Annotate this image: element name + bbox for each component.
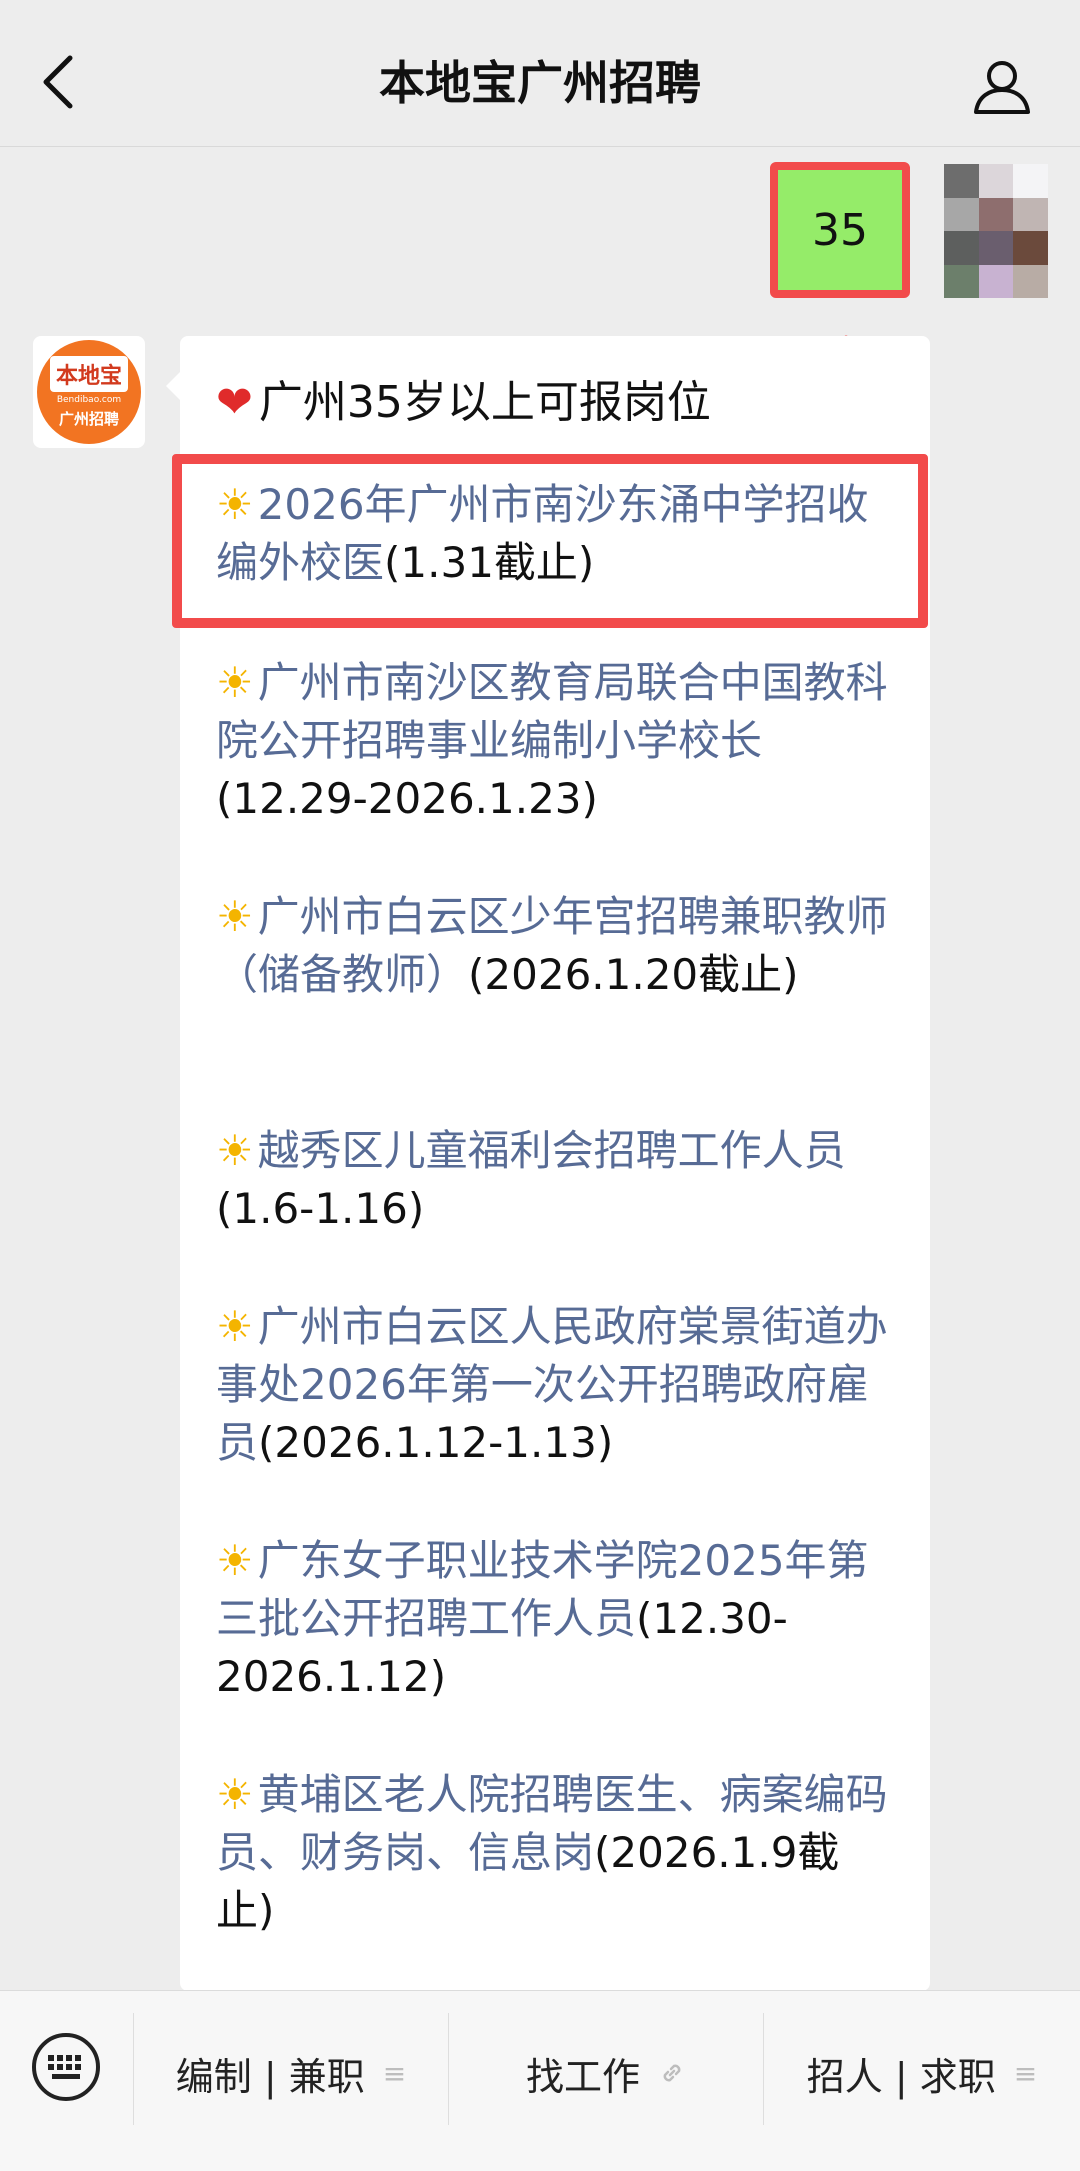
menu-item-bianzhi[interactable]: 编制 | 兼职 ≡ xyxy=(134,2013,448,2133)
heading-text: 广州35岁以上可报岗位 xyxy=(258,377,711,428)
keyboard-icon[interactable] xyxy=(30,2031,102,2103)
menu-item-label: 编制 | 兼职 xyxy=(175,2054,365,2099)
message-heading: ❤ 广州35岁以上可报岗位 xyxy=(216,366,711,430)
menu-item-label: 招人 | 求职 xyxy=(806,2054,996,2099)
job-note: (1.6-1.16) xyxy=(216,1184,425,1233)
job-link-7[interactable]: ☀黄埔区老人院招聘医生、病案编码员、财务岗、信息岗(2026.1.9截止) xyxy=(216,1766,896,1940)
nav-header: 本地宝广州招聘 xyxy=(0,0,1080,147)
bottom-menu-bar: 编制 | 兼职 ≡ 找工作 招人 | 求职 ≡ xyxy=(0,1990,1080,2171)
menu-item-find-job[interactable]: 找工作 xyxy=(449,2013,763,2133)
link-icon xyxy=(663,2064,681,2082)
menu-lines-icon: ≡ xyxy=(1013,2056,1038,2090)
menu-item-label: 找工作 xyxy=(525,2054,640,2099)
job-link-1[interactable]: ☀2026年广州市南沙东涌中学招收编外校医(1.31截止) xyxy=(216,476,896,592)
sun-icon: ☀ xyxy=(216,1302,254,1351)
my-message-bubble[interactable]: 35 xyxy=(770,162,910,298)
menu-lines-icon: ≡ xyxy=(382,2056,407,2090)
job-link-4[interactable]: ☀越秀区儿童福利会招聘工作人员 (1.6-1.16) xyxy=(216,1122,896,1238)
sun-icon: ☀ xyxy=(216,1536,254,1585)
menu-item-hire[interactable]: 招人 | 求职 ≡ xyxy=(764,2013,1080,2133)
brand-logo: 本地宝 Bendibao.com 广州招聘 xyxy=(37,340,141,444)
job-note: (2026.1.20截止) xyxy=(468,950,799,999)
job-link-6[interactable]: ☀广东女子职业技术学院2025年第三批公开招聘工作人员(12.30-2026.1… xyxy=(216,1532,896,1706)
job-link-3[interactable]: ☀广州市白云区少年宫招聘兼职教师（储备教师）(2026.1.20截止) xyxy=(216,888,896,1004)
brand-logo-city: 广州招聘 xyxy=(58,409,119,428)
page-title: 本地宝广州招聘 xyxy=(0,0,1080,146)
bot-avatar[interactable]: 本地宝 Bendibao.com 广州招聘 xyxy=(33,336,145,448)
sun-icon: ☀ xyxy=(216,658,254,707)
sun-icon: ☀ xyxy=(216,892,254,941)
brand-logo-text: 本地宝 xyxy=(49,355,128,392)
job-link-5[interactable]: ☀广州市白云区人民政府棠景街道办事处2026年第一次公开招聘政府雇员(2026.… xyxy=(216,1298,896,1472)
bot-message-bubble: ❤ 广州35岁以上可报岗位 ☀2026年广州市南沙东涌中学招收编外校医(1.31截… xyxy=(166,336,930,1991)
back-icon[interactable] xyxy=(38,52,78,112)
page-title-text: 本地宝广州招聘 xyxy=(379,56,701,110)
brand-logo-domain: Bendibao.com xyxy=(56,394,122,405)
sun-icon: ☀ xyxy=(216,480,254,529)
sun-icon: ☀ xyxy=(216,1126,254,1175)
profile-icon[interactable] xyxy=(970,54,1034,118)
sun-icon: ☀ xyxy=(216,1770,254,1819)
job-note: (12.29-2026.1.23) xyxy=(216,774,598,823)
job-link-2[interactable]: ☀广州市南沙区教育局联合中国教科院公开招聘事业编制小学校长 (12.29-2026… xyxy=(216,654,896,828)
heart-icon: ❤ xyxy=(216,377,253,428)
job-note: (1.31截止) xyxy=(384,538,595,587)
job-title[interactable]: 广州市南沙区教育局联合中国教科院公开招聘事业编制小学校长 xyxy=(216,658,888,765)
my-avatar[interactable] xyxy=(944,164,1048,298)
job-title[interactable]: 越秀区儿童福利会招聘工作人员 xyxy=(258,1126,846,1175)
job-note: (2026.1.12-1.13) xyxy=(258,1418,614,1467)
